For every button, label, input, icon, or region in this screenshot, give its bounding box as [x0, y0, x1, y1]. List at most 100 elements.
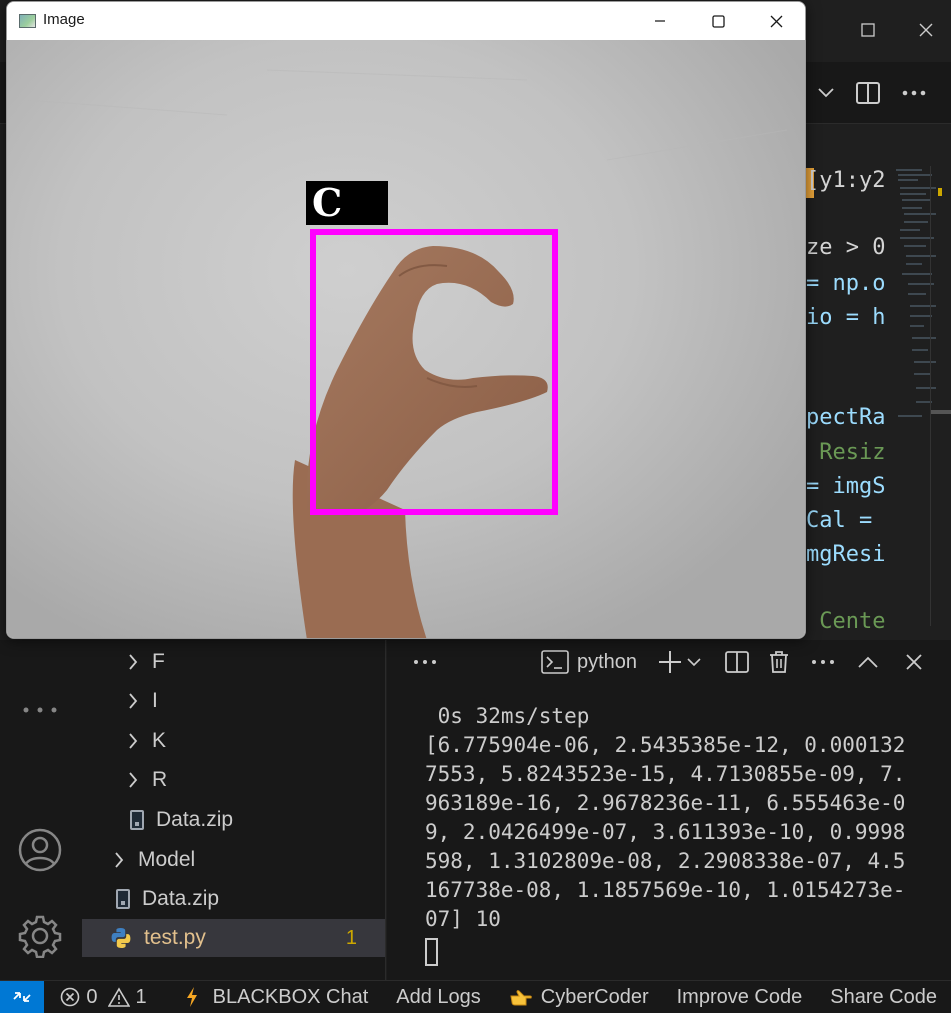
error-count: 0 [86, 985, 98, 1008]
maximize-icon [861, 23, 875, 37]
panel-views-more-button[interactable] [808, 646, 838, 678]
zip-file-icon [130, 810, 144, 830]
python-file-icon [110, 927, 132, 949]
problem-count-badge: 1 [345, 926, 357, 949]
gear-icon [18, 915, 62, 958]
ellipsis-icon [812, 660, 834, 664]
prediction-label: C [306, 181, 388, 225]
code-line: mgResi [806, 542, 886, 567]
terminal-selector[interactable]: python [541, 646, 645, 678]
share-code-button[interactable]: Share Code [816, 981, 951, 1013]
ellipsis-icon [23, 707, 57, 713]
tree-item-label: R [152, 768, 168, 791]
tab-dropdown-button[interactable] [808, 78, 844, 108]
explorer-folder-model[interactable]: Model [108, 841, 195, 879]
chevron-right-icon [122, 733, 144, 749]
maximize-button[interactable] [689, 2, 747, 40]
explorer-folder-r[interactable]: R [122, 761, 167, 799]
terminal-line: 9, 2.0426499e-07, 3.611393e-10, 0.9998 [425, 820, 906, 844]
explorer-file-data-zip[interactable]: Data.zip [130, 801, 233, 839]
warning-icon [107, 987, 130, 1007]
split-editor-icon [856, 82, 880, 104]
account-icon [18, 828, 62, 872]
maximize-panel-button[interactable] [854, 646, 882, 678]
remote-icon [13, 992, 31, 1002]
terminal-line: 0s 32ms/step [425, 704, 590, 728]
remote-indicator-button[interactable] [0, 980, 45, 1013]
activity-bar [0, 640, 82, 980]
explorer-folder-f[interactable]: F [122, 643, 165, 681]
tree-item-label: test.py [144, 926, 206, 949]
zip-file-icon [116, 889, 130, 909]
new-terminal-button[interactable] [653, 646, 705, 678]
terminal-icon [541, 650, 569, 674]
tree-item-label: Model [138, 848, 196, 871]
problems-status[interactable]: 0 1 [44, 981, 160, 1013]
vscode-close-button[interactable] [906, 14, 946, 46]
maximize-icon [711, 14, 725, 28]
improve-code-button[interactable]: Improve Code [663, 981, 817, 1013]
close-button[interactable] [747, 2, 805, 40]
terminal-name: python [577, 650, 638, 673]
minimize-icon [655, 20, 665, 22]
chevron-down-icon [818, 88, 834, 98]
lightning-icon [186, 987, 197, 1007]
explorer-file-test-py[interactable]: test.py 1 [82, 919, 385, 957]
more-views-button[interactable] [16, 686, 64, 734]
panel-more-button[interactable] [409, 646, 441, 678]
ellipsis-icon [414, 660, 436, 664]
terminal-output[interactable]: 0s 32ms/step [6.775904e-06, 2.5435385e-12… [425, 702, 945, 966]
explorer-file-data-zip[interactable]: Data.zip [116, 880, 219, 918]
code-line: Cal = [806, 508, 886, 533]
chevron-right-icon [108, 852, 130, 868]
chevron-up-icon [858, 656, 878, 668]
code-line: ze > 0 [806, 235, 886, 260]
cybercoder-button[interactable]: CyberCoder [495, 981, 663, 1013]
error-icon [61, 987, 80, 1007]
chevron-right-icon [122, 654, 144, 670]
terminal-line: 963189e-16, 2.9678236e-11, 6.555463e-0 [425, 791, 906, 815]
code-line: Resiz [806, 440, 886, 465]
pointing-hand-icon [510, 990, 532, 1006]
chevron-down-icon [687, 658, 701, 667]
ellipsis-icon [902, 90, 926, 96]
code-line: [y1:y2 [806, 168, 886, 193]
code-line: Cente [806, 609, 886, 634]
panel-toolbar: python [387, 640, 951, 684]
terminal-line: 598, 1.3102809e-08, 2.2908338e-07, 4.5 [425, 849, 906, 873]
vscode-maximize-button[interactable] [848, 14, 888, 46]
hand-bounding-box [310, 229, 558, 515]
terminal-line: 7553, 5.8243523e-15, 4.7130855e-09, 7. [425, 762, 906, 786]
status-item-label: Add Logs [396, 985, 481, 1008]
minimize-button[interactable] [631, 2, 689, 40]
tree-item-label: I [152, 689, 158, 712]
terminal-line: [6.775904e-06, 2.5435385e-12, 0.000132 [425, 733, 906, 757]
app-icon [19, 14, 36, 28]
split-terminal-button[interactable] [723, 646, 751, 678]
explorer-folder-k[interactable]: K [122, 722, 166, 760]
terminal-panel: python 0s 32ms/step [6.775904e-06, 2.543… [387, 640, 951, 980]
status-item-label: BLACKBOX Chat [212, 985, 369, 1008]
chevron-right-icon [122, 772, 144, 788]
close-panel-button[interactable] [900, 646, 928, 678]
editor-scrollbar[interactable] [930, 166, 951, 626]
explorer-sidebar: F I K R Data.zip Model Data.zip test.py … [82, 640, 386, 980]
accounts-button[interactable] [16, 826, 64, 874]
split-editor-button[interactable] [850, 78, 886, 108]
add-logs-button[interactable]: Add Logs [382, 981, 495, 1013]
status-item-label: Share Code [830, 985, 937, 1008]
close-icon [770, 15, 782, 27]
close-icon [919, 23, 933, 37]
blackbox-chat-button[interactable]: BLACKBOX Chat [161, 981, 383, 1013]
explorer-folder-i[interactable]: I [122, 682, 158, 720]
image-window-titlebar[interactable]: Image [7, 2, 805, 40]
more-actions-button[interactable] [896, 78, 932, 108]
tree-item-label: K [152, 729, 167, 752]
image-window: Image C [6, 1, 806, 639]
plus-icon [659, 651, 681, 673]
terminal-cursor [425, 938, 438, 966]
status-bar: 0 1 BLACKBOX Chat Add Logs CyberCoder Im… [0, 980, 951, 1013]
trash-icon [770, 651, 788, 673]
kill-terminal-button[interactable] [766, 646, 792, 678]
manage-button[interactable] [16, 912, 64, 960]
